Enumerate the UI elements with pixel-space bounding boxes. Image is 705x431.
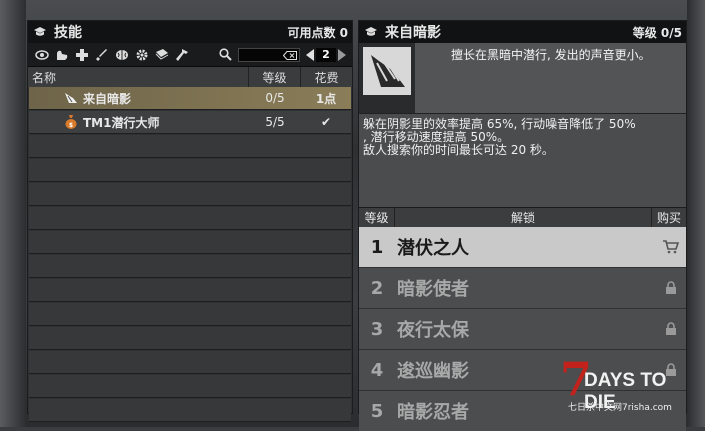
column-tier-level: 等级 <box>359 208 395 227</box>
skill-level: 0/5 <box>265 91 285 105</box>
tier-row-2[interactable]: 2 暗影使者 <box>359 268 686 308</box>
prev-page-icon[interactable] <box>306 48 314 61</box>
sneak-skill-large-icon <box>363 47 411 95</box>
skill-row-from-shadows[interactable]: 来自暗影 0/5 1点 <box>29 87 351 110</box>
empty-row <box>29 159 351 182</box>
column-cost[interactable]: 花费 <box>301 67 352 87</box>
cart-icon[interactable] <box>656 240 686 254</box>
sneak-skill-icon <box>63 91 79 105</box>
search-icon <box>216 46 235 64</box>
tier-number: 3 <box>370 318 384 340</box>
tier-column-header: 等级 解锁 购买 <box>359 207 686 227</box>
detail-title: 来自暗影 <box>385 25 441 41</box>
arm-icon[interactable] <box>52 46 71 64</box>
skill-row-sneak-master[interactable]: $ TM1潜行大师 5/5 ✔ <box>29 111 351 134</box>
empty-row <box>29 279 351 302</box>
graduation-cap-icon <box>363 25 379 39</box>
skills-column-header: 名称 等级 花费 <box>28 67 352 87</box>
tier-row-3[interactable]: 3 夜行太保 <box>359 309 686 349</box>
empty-row <box>29 207 351 230</box>
column-name[interactable]: 名称 <box>28 67 249 87</box>
tier-number: 4 <box>370 359 384 381</box>
page-number: 2 <box>316 47 336 62</box>
effect-line: 敌人搜索你的时间最长可达 20 秒。 <box>363 143 554 157</box>
skill-cost-checkmark: ✔ <box>320 115 332 129</box>
skills-title: 技能 <box>54 25 82 41</box>
skill-description: 擅长在黑暗中潜行, 发出的声音更小。 <box>415 43 686 113</box>
bag-icon: $ <box>63 115 79 129</box>
tier-name: 夜行太保 <box>397 320 469 341</box>
search-area <box>216 46 300 64</box>
book-icon[interactable] <box>152 46 171 64</box>
category-toolbar: 2 <box>28 43 352 67</box>
detail-header: 来自暗影 等级 0/5 <box>359 21 686 43</box>
skills-panel: 技能 可用点数 0 2 名称 等级 花费 来自暗影 0/5 1点 $ TM1潜行… <box>27 20 353 422</box>
brain-icon[interactable] <box>112 46 131 64</box>
empty-row <box>29 135 351 158</box>
skill-cost: 1点 <box>315 91 337 106</box>
skill-detail-panel: 来自暗影 等级 0/5 擅长在黑暗中潜行, 发出的声音更小。 躲在阴影里的效率提… <box>358 20 687 431</box>
next-page-icon[interactable] <box>338 48 346 61</box>
empty-row <box>29 231 351 254</box>
medkit-icon[interactable] <box>72 46 91 64</box>
svg-text:$: $ <box>69 122 73 129</box>
column-unlock: 解锁 <box>395 208 652 227</box>
skill-effect: 躲在阴影里的效率提高 65%, 行动噪音降低了 50% , 潜行移动速度提高 5… <box>359 113 686 207</box>
tier-name: 暗影使者 <box>397 279 469 300</box>
detail-top: 擅长在黑暗中潜行, 发出的声音更小。 <box>359 43 686 113</box>
empty-row <box>29 375 351 398</box>
empty-row <box>29 351 351 374</box>
hammer-icon[interactable] <box>172 46 191 64</box>
skill-level: 5/5 <box>265 115 285 129</box>
empty-row <box>29 183 351 206</box>
skill-name-cell: $ TM1潜行大师 <box>29 114 249 131</box>
logo-subtitle: 七日杀中文网7risha.com <box>568 403 672 413</box>
points-value: 0 <box>339 25 348 40</box>
empty-row <box>29 399 351 422</box>
lock-icon <box>656 322 686 336</box>
empty-row <box>29 255 351 278</box>
page-control: 2 <box>306 47 346 62</box>
empty-row <box>29 303 351 326</box>
tier-number: 1 <box>370 236 384 258</box>
column-level[interactable]: 等级 <box>249 67 301 87</box>
points-label: 可用点数 <box>287 25 336 40</box>
search-input[interactable] <box>238 45 300 64</box>
skills-panel-header: 技能 可用点数 0 <box>28 21 352 43</box>
skill-name-cell: 来自暗影 <box>29 90 249 107</box>
tier-number: 2 <box>370 277 384 299</box>
detail-level: 等级 0/5 <box>632 25 682 40</box>
skills-list: 来自暗影 0/5 1点 $ TM1潜行大师 5/5 ✔ <box>28 87 352 422</box>
tier-name: 潜伏之人 <box>397 238 469 259</box>
empty-row <box>29 327 351 350</box>
skill-name: 来自暗影 <box>83 91 132 106</box>
eye-icon[interactable] <box>32 46 51 64</box>
sword-icon[interactable] <box>92 46 111 64</box>
lock-icon <box>656 281 686 295</box>
graduation-cap-icon <box>32 25 48 39</box>
column-buy: 购买 <box>656 211 681 225</box>
gear-icon[interactable] <box>132 46 151 64</box>
watermark-logo: 7 DAYS TO DIE 七日杀中文网7risha.com <box>560 356 700 415</box>
tier-row-1[interactable]: 1 潜伏之人 <box>359 227 686 267</box>
tier-number: 5 <box>370 400 384 422</box>
clear-search-icon[interactable] <box>282 45 297 64</box>
available-points: 可用点数 0 <box>287 24 348 41</box>
skill-name: TM1潜行大师 <box>83 115 160 130</box>
